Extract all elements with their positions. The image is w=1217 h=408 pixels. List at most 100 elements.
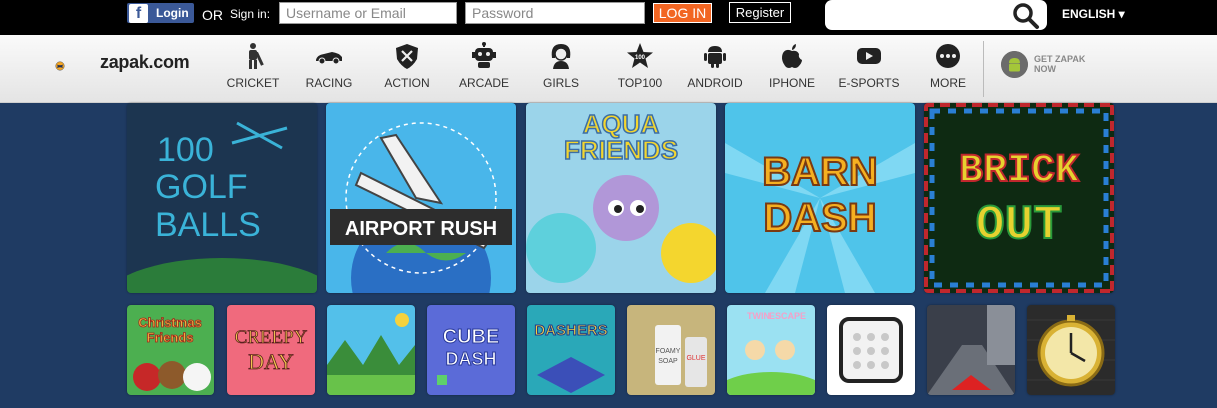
dashers-title: DASHERS [534, 322, 607, 339]
more-icon [936, 44, 960, 68]
nav-label: TOP100 [617, 76, 663, 90]
game-tile-racer[interactable] [927, 305, 1015, 395]
brick-line-2: OUT [976, 199, 1062, 253]
language-selector[interactable]: ENGLISH ▾ [1062, 7, 1125, 21]
game-tile-dice[interactable] [827, 305, 915, 395]
game-tile-barn-dash[interactable]: BARN DASH [725, 103, 915, 293]
twin-escape-thumbnail: TWIN ESCAPE [727, 305, 815, 395]
nav-item-cricket[interactable]: CRICKET [224, 35, 282, 103]
aqua-line-2: FRIENDS [564, 135, 678, 165]
star-icon: 100 [627, 43, 653, 68]
nav-item-action[interactable]: ACTION [378, 35, 436, 103]
nav-item-esports[interactable]: E-SPORTS [836, 35, 902, 103]
top-bar: f Login OR Sign in: LOG IN Register ENGL… [0, 0, 1217, 35]
game-tile-aqua-friends[interactable]: AQUA FRIENDS [526, 103, 716, 293]
game-tile-clock[interactable] [1027, 305, 1115, 395]
nav-item-iphone[interactable]: IPHONE [764, 35, 820, 103]
facebook-login-button[interactable]: f Login [127, 3, 194, 23]
android-app-icon[interactable] [1001, 51, 1028, 78]
christmas-friends-thumbnail: Christmas Friends [127, 305, 214, 395]
nav-label: ARCADE [458, 76, 509, 90]
facebook-login-label: Login [156, 6, 189, 20]
clock-thumbnail [1027, 305, 1115, 395]
play-icon [857, 48, 881, 64]
twin-line-1: TWIN [747, 311, 770, 321]
game-tile-foamy-soap[interactable]: FOAMY SOAP GLUE [627, 305, 715, 395]
foamy-line-1: FOAMY [656, 348, 681, 355]
signin-label: Sign in: [230, 7, 271, 21]
christmas-line-1: Christmas [138, 315, 202, 330]
nav-divider [983, 41, 984, 97]
girl-icon [551, 44, 571, 69]
game-tile-creepy-day[interactable]: CREEPY DAY [227, 305, 315, 395]
nav-label: E-SPORTS [838, 76, 900, 90]
nav-item-android[interactable]: ANDROID [684, 35, 746, 103]
logo-text: zapak.com [100, 52, 190, 72]
game-tile-golf-balls[interactable]: 100 GOLF BALLS [127, 103, 317, 293]
foamy-line-3: GLUE [686, 355, 705, 362]
game-tile-airport-rush[interactable]: AIRPORT RUSH [326, 103, 516, 293]
brick-out-thumbnail: BRICK OUT [924, 103, 1114, 293]
creepy-day-thumbnail: CREEPY DAY [227, 305, 315, 395]
or-text: OR [202, 7, 223, 23]
game-tile-mountains[interactable] [327, 305, 415, 395]
nav-label: ACTION [384, 76, 430, 90]
creepy-line-2: DAY [248, 349, 294, 374]
game-tile-dashers[interactable]: DASHERS [527, 305, 615, 395]
nav-item-arcade[interactable]: ARCADE [454, 35, 514, 103]
nav-label: RACING [305, 76, 353, 90]
game-tile-christmas-friends[interactable]: Christmas Friends [127, 305, 214, 395]
nav-label: MORE [930, 76, 966, 90]
shield-icon [396, 44, 418, 69]
twin-line-2: ESCAPE [769, 311, 806, 321]
cube-line-1: CUBE [443, 326, 500, 348]
foamy-line-2: SOAP [658, 358, 678, 365]
dashers-thumbnail: DASHERS [527, 305, 615, 395]
game-tile-cube-dash[interactable]: CUBE DASH [427, 305, 515, 395]
game-tile-twin-escape[interactable]: TWIN ESCAPE [727, 305, 815, 395]
christmas-line-2: Friends [147, 330, 194, 345]
nav-item-top100[interactable]: 100 TOP100 [608, 35, 672, 103]
cricket-icon [249, 43, 264, 69]
nav-label: ANDROID [687, 76, 743, 90]
racer-thumbnail [927, 305, 1015, 395]
car-icon [316, 52, 342, 65]
golf-balls-thumbnail: 100 GOLF BALLS [127, 103, 317, 293]
golf-line-2: GOLF [155, 168, 248, 206]
search-icon[interactable] [1012, 2, 1040, 30]
nav-item-racing[interactable]: RACING [300, 35, 358, 103]
foamy-soap-thumbnail: FOAMY SOAP GLUE [627, 305, 715, 395]
login-button[interactable]: LOG IN [653, 3, 712, 23]
username-input[interactable] [279, 2, 457, 24]
nav-item-more[interactable]: MORE [920, 35, 976, 103]
brick-line-1: BRICK [959, 149, 1079, 194]
apple-icon [782, 44, 802, 68]
barn-dash-thumbnail: BARN DASH [725, 103, 915, 293]
airport-rush-thumbnail: AIRPORT RUSH [326, 103, 516, 293]
golf-line-1: 100 [157, 131, 214, 169]
nav-label: IPHONE [768, 76, 815, 90]
android-icon [704, 46, 726, 68]
facebook-f-icon: f [129, 3, 148, 23]
airport-rush-title: AIRPORT RUSH [345, 218, 497, 240]
barn-line-1: BARN [762, 150, 878, 194]
zapak-logo[interactable] [55, 46, 95, 86]
cube-dash-thumbnail: CUBE DASH [427, 305, 515, 395]
register-button[interactable]: Register [729, 2, 791, 23]
get-app-link[interactable]: GET ZAPAK NOW [1034, 54, 1094, 74]
nav-item-girls[interactable]: GIRLS [532, 35, 590, 103]
creepy-line-1: CREEPY [235, 327, 308, 348]
mountains-thumbnail [327, 305, 415, 395]
nav-label: GIRLS [542, 76, 579, 90]
nav-label: CRICKET [226, 76, 280, 90]
cube-line-2: DASH [445, 349, 496, 369]
game-tile-brick-out[interactable]: BRICK OUT [924, 103, 1114, 293]
dice-thumbnail [827, 305, 915, 395]
svg-text:100: 100 [635, 55, 646, 61]
barn-line-2: DASH [763, 196, 876, 240]
password-input[interactable] [465, 2, 645, 24]
robot-icon [472, 42, 496, 68]
golf-line-3: BALLS [155, 206, 261, 244]
main-nav: zapak.com CRICKET RACING ACTION ARCADE G… [0, 35, 1217, 103]
aqua-friends-thumbnail: AQUA FRIENDS [526, 103, 716, 293]
